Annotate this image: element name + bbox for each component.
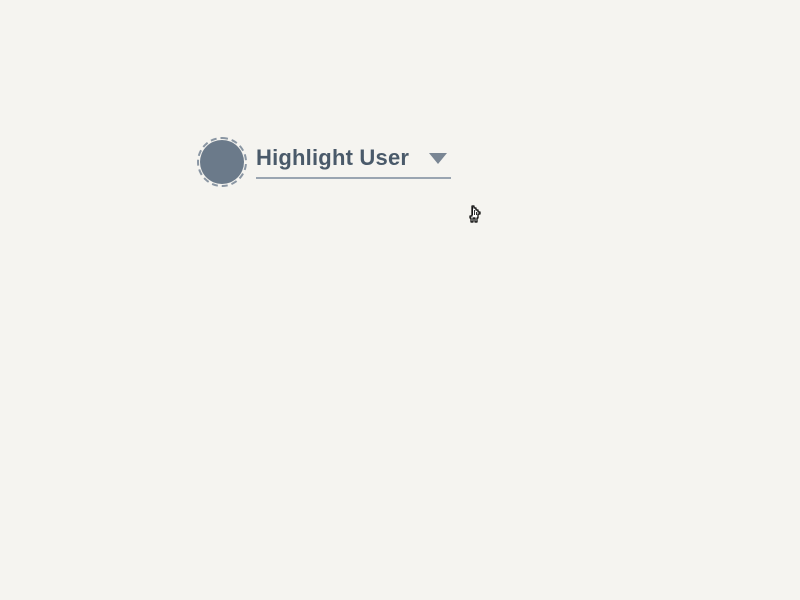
user-circle-icon (200, 140, 244, 184)
dropdown-control[interactable]: Highlight User (256, 145, 451, 179)
highlight-user-dropdown[interactable]: Highlight User (200, 140, 451, 184)
caret-down-icon (429, 153, 447, 164)
dropdown-label: Highlight User (256, 145, 409, 171)
pointer-cursor-icon (466, 204, 484, 229)
